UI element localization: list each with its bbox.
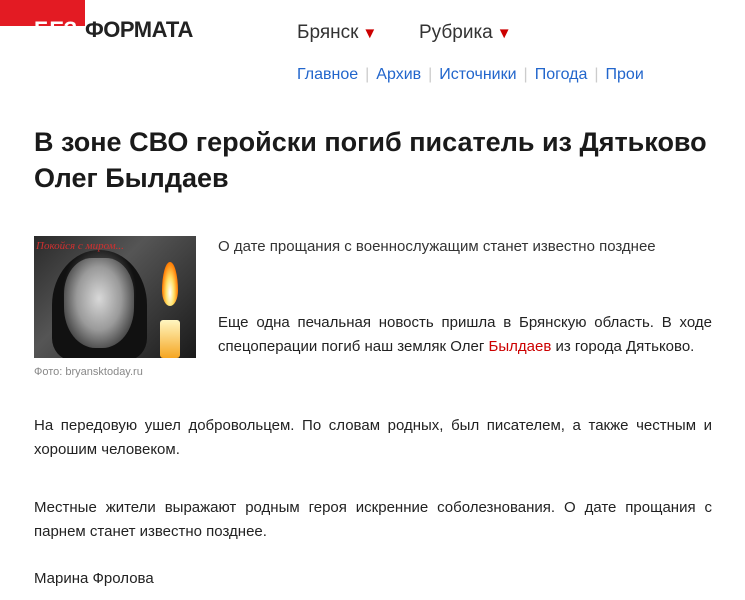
candle-icon (160, 320, 180, 358)
nav-item-weather[interactable]: Погода (535, 66, 588, 83)
logo-prefix: БЕЗ (34, 17, 77, 42)
site-logo[interactable]: БЕЗ ФОРМАТА (0, 0, 260, 44)
nav-item-main[interactable]: Главное (297, 66, 358, 83)
photo-face-shape (64, 258, 134, 348)
nav-item-archive[interactable]: Архив (376, 66, 421, 83)
article-paragraph: Местные жители выражают родным героя иск… (34, 499, 712, 540)
logo-text: ФОРМАТА (85, 17, 193, 42)
top-nav: Главное | Архив | Источники | Погода | Прои (297, 66, 644, 84)
nav-item-more[interactable]: Прои (606, 66, 644, 83)
article-author: Марина Фролова (34, 570, 154, 587)
nav-separator: | (365, 66, 370, 83)
nav-item-sources[interactable]: Источники (439, 66, 516, 83)
person-link[interactable]: Былдаев (489, 338, 552, 355)
article-photo[interactable]: Покойся с миром... (34, 236, 196, 358)
article-paragraph: На передовую ушел добровольцем. По слова… (34, 417, 712, 458)
paragraph-text: из города Дятьково. (551, 338, 695, 355)
article-title: В зоне СВО геройски погиб писатель из Дя… (34, 127, 707, 193)
rubric-label: Рубрика (419, 22, 493, 43)
nav-separator: | (594, 66, 599, 83)
nav-separator: | (523, 66, 528, 83)
article-lead: О дате прощания с военнослужащим станет … (218, 238, 656, 255)
photo-overlay-text: Покойся с миром... (36, 240, 124, 252)
rubric-dropdown[interactable]: Рубрика ▼ (419, 22, 512, 44)
city-dropdown[interactable]: Брянск ▼ (297, 22, 377, 44)
chevron-down-icon: ▼ (362, 25, 378, 42)
nav-separator: | (428, 66, 433, 83)
city-label: Брянск (297, 22, 359, 43)
candle-flame-icon (162, 262, 178, 306)
chevron-down-icon: ▼ (496, 25, 512, 42)
photo-credit: Фото: bryansktoday.ru (34, 366, 143, 378)
article-paragraph: Еще одна печальная новость пришла в Брян… (218, 311, 712, 359)
